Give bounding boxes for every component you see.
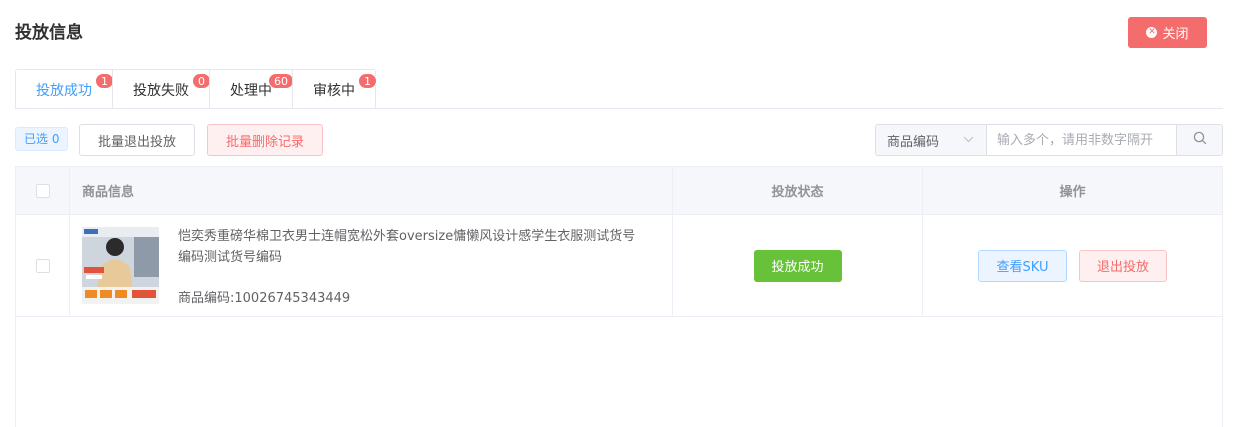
tab-failed[interactable]: 投放失败 0 bbox=[112, 70, 211, 109]
batch-delete-button[interactable]: 批量删除记录 bbox=[207, 124, 323, 156]
tab-processing[interactable]: 处理中 60 bbox=[209, 70, 294, 109]
product-thumbnail bbox=[82, 227, 159, 304]
tab-reviewing[interactable]: 审核中 1 bbox=[292, 70, 377, 109]
row-select-cell bbox=[16, 215, 70, 316]
view-sku-button[interactable]: 查看SKU bbox=[978, 249, 1067, 282]
exit-placement-button[interactable]: 退出投放 bbox=[1079, 249, 1167, 282]
row-checkbox[interactable] bbox=[35, 258, 50, 273]
tab-success[interactable]: 投放成功 1 bbox=[16, 70, 114, 110]
product-code: 商品编码:10026745343449 bbox=[178, 290, 351, 306]
select-all-checkbox[interactable] bbox=[35, 183, 50, 198]
status-cell: 投放成功 bbox=[673, 215, 923, 316]
product-info-cell: 恺奕秀重磅华棉卫衣男士连帽宽松外套oversize慵懒风设计感学生衣服测试货号编… bbox=[70, 215, 673, 316]
table-row: 恺奕秀重磅华棉卫衣男士连帽宽松外套oversize慵懒风设计感学生衣服测试货号编… bbox=[16, 215, 1222, 317]
tab-label: 投放失败 bbox=[133, 82, 189, 99]
table-header: 商品信息 投放状态 操作 bbox=[16, 167, 1222, 215]
operations-cell: 查看SKU 退出投放 bbox=[923, 215, 1222, 316]
product-text: 恺奕秀重磅华棉卫衣男士连帽宽松外套oversize慵懒风设计感学生衣服测试货号编… bbox=[178, 226, 638, 306]
header-product-info: 商品信息 bbox=[70, 167, 673, 214]
product-name: 恺奕秀重磅华棉卫衣男士连帽宽松外套oversize慵懒风设计感学生衣服测试货号编… bbox=[178, 228, 636, 265]
header-operations: 操作 bbox=[1059, 185, 1086, 200]
page-title: 投放信息 bbox=[15, 23, 83, 43]
tab-label: 投放成功 bbox=[36, 83, 92, 99]
search-type-select[interactable]: 商品编码 bbox=[876, 125, 987, 155]
close-button[interactable]: ✕ 关闭 bbox=[1128, 17, 1207, 48]
product-table: 商品信息 投放状态 操作 恺奕秀重磅华棉卫衣男士连帽宽松外套oversize慵懒… bbox=[15, 166, 1223, 427]
header-select-cell bbox=[16, 167, 70, 214]
search-type-value: 商品编码 bbox=[887, 134, 940, 150]
batch-exit-button[interactable]: 批量退出投放 bbox=[79, 124, 195, 156]
search-icon bbox=[1193, 131, 1207, 149]
tab-count-badge: 1 bbox=[358, 73, 377, 89]
status-tabs: 投放成功 1 投放失败 0 处理中 60 审核中 1 bbox=[15, 69, 377, 110]
tab-label: 处理中 bbox=[230, 82, 272, 99]
header-status: 投放状态 bbox=[673, 167, 923, 214]
tabs-divider bbox=[15, 108, 1223, 109]
search-button[interactable] bbox=[1176, 125, 1222, 155]
chevron-down-icon bbox=[963, 135, 974, 146]
status-badge: 投放成功 bbox=[753, 249, 842, 282]
selected-count-tag: 已选 0 bbox=[15, 127, 69, 151]
tab-count-badge: 60 bbox=[268, 73, 294, 89]
close-button-label: 关闭 bbox=[1162, 27, 1189, 42]
search-input[interactable] bbox=[987, 125, 1176, 155]
tab-label: 审核中 bbox=[313, 82, 355, 99]
close-circle-icon: ✕ bbox=[1146, 27, 1158, 38]
search-group: 商品编码 bbox=[875, 124, 1223, 156]
